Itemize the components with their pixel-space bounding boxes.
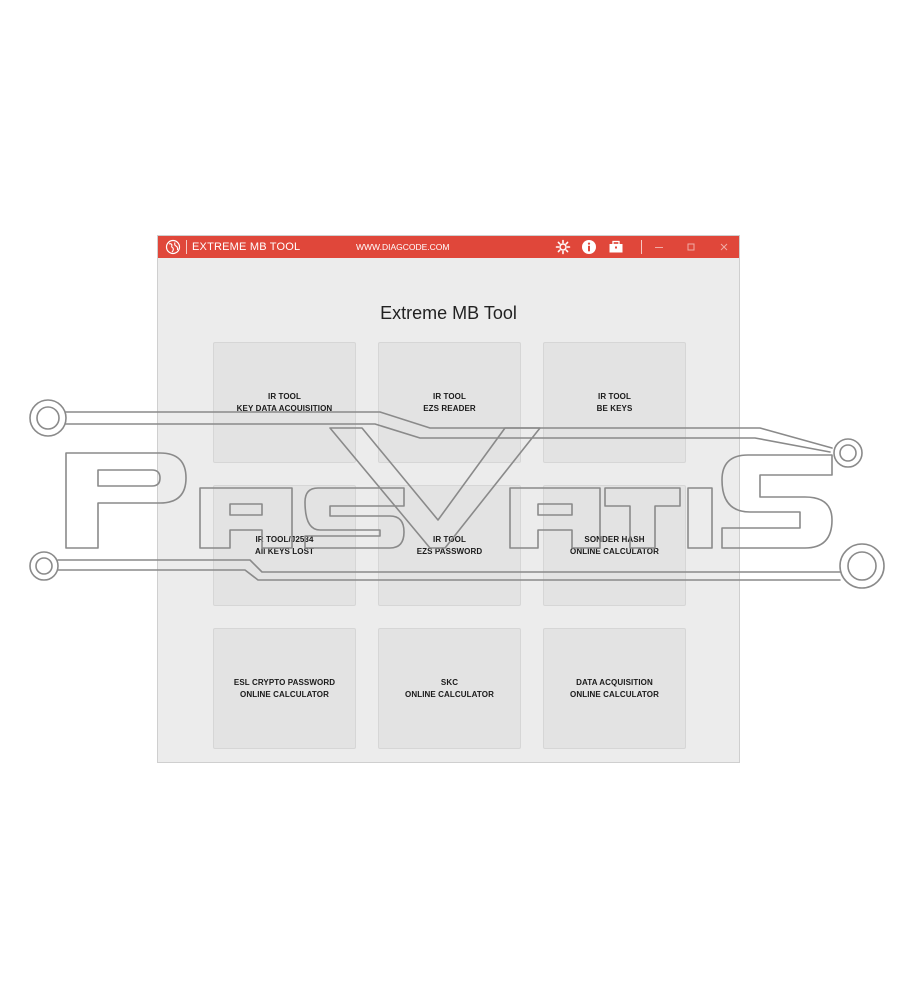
page-title: Extreme MB Tool: [380, 303, 517, 323]
tile-label-line1: SONDER HASH: [584, 535, 645, 544]
app-title: EXTREME MB TOOL: [192, 241, 301, 253]
tile-label-line1: ESL CRYPTO PASSWORD: [233, 678, 336, 687]
close-icon[interactable]: [715, 238, 733, 256]
tile-label-line2: EZS READER: [423, 403, 476, 413]
tile-label-line1: IR TOOL/J2534: [255, 535, 314, 544]
tile-label-line2: ONLINE CALCULATOR: [570, 689, 659, 699]
tile-label-line1: IR TOOL: [433, 392, 466, 401]
tile-label-line2: KEY DATA ACQUISITION: [236, 403, 333, 413]
tile-ir-tool-key-data-acquisition[interactable]: IR TOOL KEY DATA ACQUISITION: [213, 342, 356, 463]
tile-label-line1: IR TOOL: [433, 535, 466, 544]
title-separator: [641, 240, 642, 254]
tile-label-line2: EZS PASSWORD: [416, 546, 483, 556]
tile-label-line1: DATA ACQUISITION: [576, 678, 653, 687]
briefcase-icon[interactable]: [608, 239, 624, 255]
minimize-icon[interactable]: [650, 238, 668, 256]
tile-esl-crypto-password-calculator[interactable]: ESL CRYPTO PASSWORD ONLINE CALCULATOR: [213, 628, 356, 749]
tile-label-line2: ONLINE CALCULATOR: [405, 689, 494, 699]
tile-ir-tool-j2534-all-keys-lost[interactable]: IR TOOL/J2534 All KEYS LOST: [213, 485, 356, 606]
tile-label-line1: IR TOOL: [598, 392, 631, 401]
tile-ir-tool-ezs-reader[interactable]: IR TOOL EZS READER: [378, 342, 521, 463]
tile-ir-tool-ezs-password[interactable]: IR TOOL EZS PASSWORD: [378, 485, 521, 606]
title-separator: [186, 240, 187, 254]
tile-data-acquisition-calculator[interactable]: DATA ACQUISITION ONLINE CALCULATOR: [543, 628, 686, 749]
tile-label-line2: ONLINE CALCULATOR: [240, 689, 329, 699]
globe-icon[interactable]: [165, 239, 181, 255]
tile-label-line1: SKC: [440, 678, 459, 687]
tile-ir-tool-be-keys[interactable]: IR TOOL BE KEYS: [543, 342, 686, 463]
maximize-icon[interactable]: [682, 238, 700, 256]
tile-label-line2: ONLINE CALCULATOR: [570, 546, 659, 556]
info-icon[interactable]: [581, 239, 597, 255]
tile-sonder-hash-calculator[interactable]: SONDER HASH ONLINE CALCULATOR: [543, 485, 686, 606]
website-link[interactable]: WWW.DIAGCODE.COM: [356, 241, 450, 253]
tile-label-line2: All KEYS LOST: [254, 546, 315, 556]
gear-icon[interactable]: [555, 239, 571, 255]
app-window: EXTREME MB TOOL WWW.DIAGCODE.COM Extreme…: [157, 235, 740, 763]
title-bar: EXTREME MB TOOL WWW.DIAGCODE.COM: [158, 236, 739, 258]
tile-label-line1: IR TOOL: [268, 392, 301, 401]
tile-skc-calculator[interactable]: SKC ONLINE CALCULATOR: [378, 628, 521, 749]
tile-label-line2: BE KEYS: [596, 403, 633, 413]
